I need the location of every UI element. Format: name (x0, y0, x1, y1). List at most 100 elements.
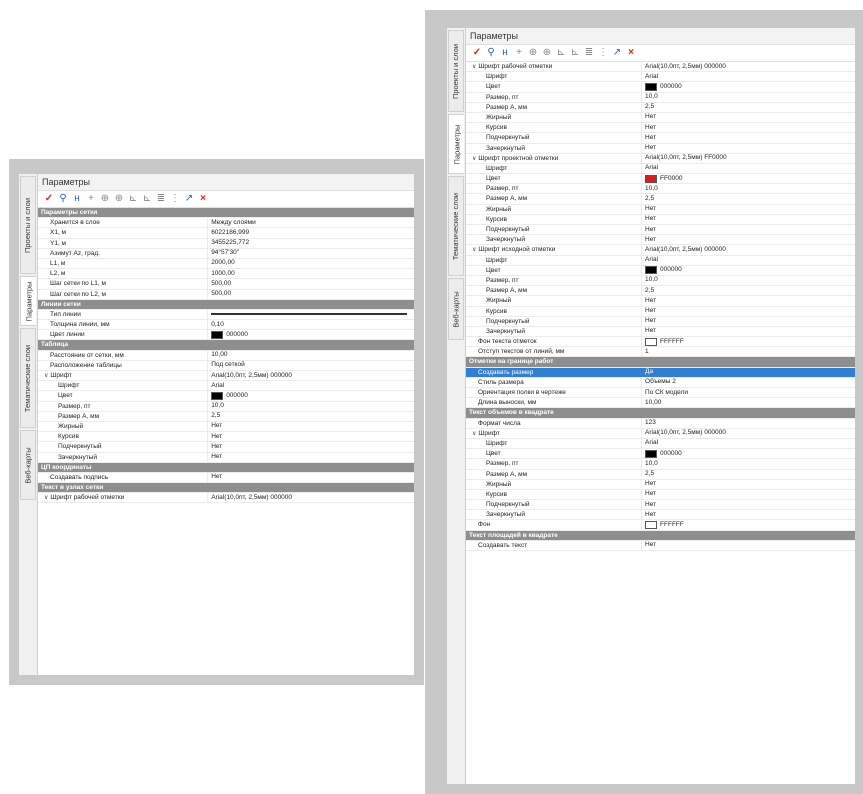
property-row[interactable]: Курсив Нет (466, 306, 855, 317)
layer-up-icon[interactable]: ⊾ (142, 192, 152, 206)
property-row[interactable]: Формат числа 123 (466, 418, 855, 429)
property-row[interactable]: Шрифт Arial (38, 381, 414, 392)
color-swatch[interactable] (645, 337, 658, 346)
property-value[interactable]: Нет (641, 143, 855, 153)
property-value[interactable]: Arial (641, 438, 855, 449)
property-row[interactable]: Шрифт Arial (466, 438, 855, 450)
mark-icon[interactable]: н (500, 46, 510, 60)
property-value[interactable]: FFFFFF (641, 337, 855, 347)
property-value[interactable]: 94°57'30" (207, 248, 414, 258)
property-row[interactable]: Цвет 000000 (38, 391, 414, 402)
property-row[interactable]: Жирный Нет (38, 421, 414, 433)
property-value[interactable]: Нет (641, 133, 855, 143)
property-row[interactable]: Азимут Az, град. 94°57'30" (38, 248, 414, 259)
property-row[interactable]: Шрифт рабочей отметки Arial(10,0пт, 2,5мм… (466, 62, 855, 73)
property-row[interactable]: Расположение таблицы Под сеткой (38, 360, 414, 371)
align-icon[interactable]: ≣ (584, 46, 594, 60)
property-value[interactable]: 3455225,772 (207, 238, 414, 248)
property-row[interactable]: Размер А, мм 2,5 (466, 102, 855, 113)
grid-icon[interactable]: ⋮ (598, 46, 608, 60)
color-swatch[interactable] (645, 174, 658, 183)
color-swatch[interactable] (645, 521, 658, 530)
add-point-icon[interactable]: + (514, 46, 524, 60)
property-value[interactable]: 000000 (207, 391, 414, 401)
property-row[interactable]: Y1, м 3455225,772 (38, 238, 414, 249)
property-value[interactable]: 000000 (641, 82, 855, 92)
property-row[interactable]: Курсив Нет (466, 123, 855, 134)
property-row[interactable]: Зачеркнутый Нет (38, 452, 414, 463)
property-value[interactable]: Нет (641, 214, 855, 224)
close-icon[interactable]: × (626, 46, 636, 60)
section-header[interactable]: Параметры сетки (38, 208, 414, 219)
property-value[interactable]: FF0000 (641, 174, 855, 184)
property-value[interactable]: Нет (207, 442, 414, 452)
pick-icon[interactable]: ↗ (612, 46, 622, 60)
crosshair-alt-icon[interactable]: ⊕ (542, 46, 552, 60)
property-row[interactable]: Размер, пт 10,0 (466, 275, 855, 287)
property-row[interactable]: Цвет 000000 (466, 265, 855, 276)
property-value[interactable]: Нет (207, 421, 414, 432)
property-value[interactable]: Под сеткой (207, 360, 414, 370)
property-value[interactable]: Нет (641, 489, 855, 500)
property-row[interactable]: Размер, пт 10,0 (466, 92, 855, 103)
property-value[interactable]: FFFFFF (641, 520, 855, 530)
property-row[interactable]: X1, м 6022186,999 (38, 228, 414, 239)
section-header[interactable]: Таблица (38, 340, 414, 351)
tab-thematic-layers[interactable]: Тематические слои (448, 176, 464, 276)
layer-down-icon[interactable]: ⊾ (128, 192, 138, 206)
section-header[interactable]: Текст объемов в квадрате (466, 408, 855, 419)
property-value[interactable]: Arial (207, 381, 414, 391)
property-row[interactable]: Шрифт Arial(10,0пт, 2,5мм) 000000 (466, 428, 855, 439)
crosshair-icon[interactable]: ⊕ (528, 46, 538, 60)
property-row[interactable]: Цвет FF0000 (466, 174, 855, 185)
property-value[interactable]: Объемы 2 (641, 377, 855, 387)
tab-thematic-layers[interactable]: Тематические слои (20, 328, 36, 428)
property-value[interactable]: 123 (641, 418, 855, 428)
tab-parameters[interactable]: Параметры (20, 276, 36, 326)
property-value[interactable]: Нет (641, 225, 855, 235)
close-icon[interactable]: × (198, 192, 208, 206)
property-row[interactable]: Ориентация полки в чертеже По СК модели (466, 388, 855, 399)
color-swatch[interactable] (645, 82, 658, 91)
property-row[interactable]: Размер А, мм 2,5 (466, 286, 855, 297)
property-value[interactable]: 10,0 (207, 401, 414, 411)
tab-projects[interactable]: Проекты и слои (20, 176, 36, 274)
property-value[interactable]: 10,0 (641, 184, 855, 194)
property-value[interactable]: По СК модели (641, 388, 855, 398)
property-value[interactable]: Нет (641, 112, 855, 123)
property-value[interactable]: 2,5 (641, 286, 855, 296)
property-value[interactable]: 10,00 (641, 398, 855, 408)
property-value[interactable] (207, 309, 414, 320)
section-header[interactable]: Текст площадей в квадрате (466, 530, 855, 541)
property-row[interactable]: Зачеркнутый Нет (466, 143, 855, 154)
property-value[interactable]: Нет (641, 204, 855, 214)
property-row[interactable]: Цвет 000000 (466, 82, 855, 93)
property-row[interactable]: Размер А, мм 2,5 (466, 469, 855, 480)
tab-parameters[interactable]: Параметры (448, 114, 464, 174)
property-row[interactable]: Стиль размера Объемы 2 (466, 377, 855, 388)
property-row[interactable]: Толщина линии, мм 0,10 (38, 320, 414, 331)
property-value[interactable]: Нет (641, 510, 855, 520)
layer-up-icon[interactable]: ⊾ (570, 46, 580, 60)
property-row[interactable]: Курсив Нет (38, 432, 414, 443)
filter-icon[interactable]: ⚲ (486, 46, 496, 60)
align-icon[interactable]: ≣ (156, 192, 166, 206)
property-value[interactable]: 6022186,999 (207, 228, 414, 238)
property-row[interactable]: Жирный Нет (466, 296, 855, 307)
property-row[interactable]: Шрифт Arial(10,0пт, 2,5мм) 000000 (38, 371, 414, 382)
property-row[interactable]: Цвет линии 000000 (38, 330, 414, 341)
property-row[interactable]: Подчеркнутый Нет (466, 500, 855, 511)
property-row[interactable]: Зачеркнутый Нет (466, 510, 855, 521)
property-row[interactable]: Цвет 000000 (466, 449, 855, 460)
property-value[interactable]: Между слоями (207, 218, 414, 228)
property-value[interactable]: 2,5 (641, 102, 855, 112)
property-value[interactable]: 500,00 (207, 279, 414, 289)
property-row[interactable]: Размер А, мм 2,5 (466, 194, 855, 205)
section-header[interactable]: ЦП координаты (38, 462, 414, 473)
property-value[interactable]: Arial (641, 255, 855, 265)
property-value[interactable]: Нет (641, 296, 855, 306)
section-header[interactable]: Отметки на границе работ (466, 357, 855, 368)
property-row[interactable]: Создавать размер Да (466, 367, 855, 378)
property-value[interactable]: Arial (641, 163, 855, 174)
tab-projects[interactable]: Проекты и слои (448, 30, 464, 112)
